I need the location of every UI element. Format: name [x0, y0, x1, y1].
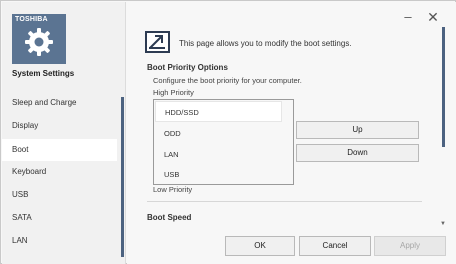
sidebar-item-sata[interactable]: SATA	[2, 207, 117, 229]
down-button[interactable]: Down	[296, 144, 419, 162]
boot-page-icon	[145, 31, 170, 53]
ok-button[interactable]: OK	[225, 236, 295, 256]
brand-logo-text: TOSHIBA	[15, 16, 48, 23]
list-item-odd[interactable]: ODD	[155, 123, 282, 144]
list-item-lan[interactable]: LAN	[155, 144, 282, 165]
footer-bar: OK Cancel Apply	[127, 232, 456, 264]
sidebar: TOSHIBA System Settings Sleep and Charge…	[2, 2, 126, 264]
sidebar-item-usb[interactable]: USB	[2, 184, 117, 206]
boot-speed-title: Boot Speed	[147, 213, 192, 222]
high-priority-label: High Priority	[153, 88, 194, 97]
main-scrollbar[interactable]	[442, 27, 445, 147]
up-button[interactable]: Up	[296, 121, 419, 139]
cancel-button[interactable]: Cancel	[299, 236, 371, 256]
sidebar-item-keyboard[interactable]: Keyboard	[2, 161, 117, 183]
scroll-down-icon[interactable]: ▼	[440, 221, 446, 227]
low-priority-label: Low Priority	[153, 185, 193, 194]
list-item-hdd-ssd[interactable]: HDD/SSD	[155, 101, 282, 122]
arrow-icon	[149, 35, 165, 49]
main-panel: – ✕ This page allows you to modify the b…	[127, 2, 456, 264]
sidebar-item-display[interactable]: Display	[2, 115, 117, 137]
system-settings-window: TOSHIBA System Settings Sleep and Charge…	[0, 0, 456, 264]
brand-tile: TOSHIBA	[12, 14, 66, 64]
sidebar-item-boot[interactable]: Boot	[2, 139, 117, 161]
page-description: This page allows you to modify the boot …	[179, 39, 352, 48]
section-divider	[147, 201, 422, 202]
gear-icon	[25, 28, 53, 56]
sidebar-item-lan[interactable]: LAN	[2, 230, 117, 252]
minimize-icon[interactable]: –	[401, 10, 415, 24]
boot-priority-description: Configure the boot priority for your com…	[153, 76, 302, 85]
boot-priority-list[interactable]: HDD/SSD ODD LAN USB	[153, 99, 294, 185]
list-item-usb[interactable]: USB	[155, 164, 282, 185]
close-icon[interactable]: ✕	[426, 10, 440, 24]
apply-button[interactable]: Apply	[374, 236, 446, 256]
boot-priority-title: Boot Priority Options	[147, 63, 228, 72]
sidebar-item-sleep-and-charge[interactable]: Sleep and Charge	[2, 92, 117, 114]
app-title: System Settings	[12, 69, 75, 78]
sidebar-scrollbar[interactable]	[121, 97, 124, 257]
